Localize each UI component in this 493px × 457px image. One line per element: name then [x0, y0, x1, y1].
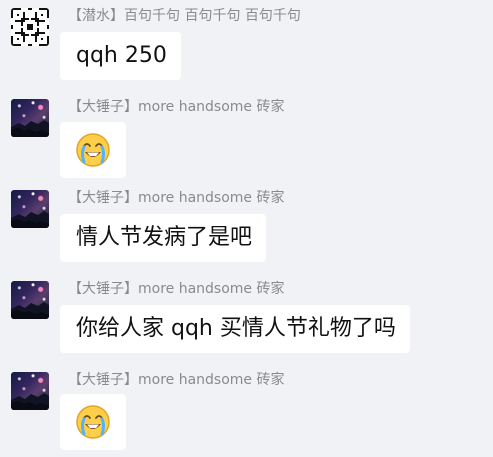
chat-message-list: 【潜水】百句千句 百句千句 百句千句 qqh 250 【大锤子】more han… — [0, 0, 493, 457]
night-sky-avatar[interactable] — [11, 372, 49, 410]
sender-name: 【大锤子】more handsome 砖家 — [68, 372, 285, 388]
message-bubble-emoji[interactable] — [60, 122, 126, 178]
message-bubble-text[interactable]: 情人节发病了是吧 — [60, 214, 267, 262]
checkered-pattern-avatar[interactable] — [11, 8, 49, 46]
sender-name: 【潜水】百句千句 百句千句 百句千句 — [68, 8, 301, 24]
message-bubble-emoji[interactable] — [60, 394, 126, 450]
sender-name: 【大锤子】more handsome 砖家 — [68, 190, 285, 206]
night-sky-avatar[interactable] — [11, 190, 49, 228]
message-bubble-text[interactable]: 你给人家 qqh 买情人节礼物了吗 — [60, 305, 410, 353]
sender-name: 【大锤子】more handsome 砖家 — [68, 281, 285, 297]
loudly-crying-face-icon — [76, 405, 110, 439]
message-bubble-text[interactable]: qqh 250 — [60, 32, 181, 80]
sender-name: 【大锤子】more handsome 砖家 — [68, 99, 285, 115]
night-sky-avatar[interactable] — [11, 281, 49, 319]
night-sky-avatar[interactable] — [11, 99, 49, 137]
loudly-crying-face-icon — [76, 133, 110, 167]
